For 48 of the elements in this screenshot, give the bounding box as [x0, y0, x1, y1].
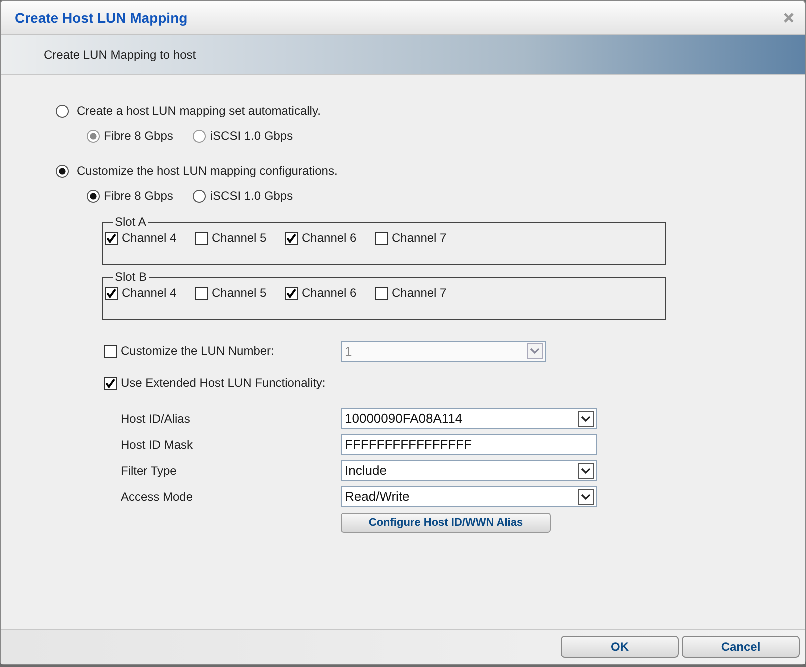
field-label: Filter Type [121, 464, 178, 478]
dropdown[interactable]: 10000090FA08A114 [341, 408, 597, 429]
radio-button[interactable] [87, 190, 100, 202]
option-label: Customize the host LUN mapping configurations. [77, 164, 338, 178]
configure-button[interactable]: Configure Host ID/WWN Alias [341, 513, 551, 533]
checkbox-label: Channel 5 [212, 286, 267, 300]
checkbox[interactable] [105, 286, 118, 300]
radio-button[interactable] [56, 164, 69, 178]
dialog-subtitle: Create LUN Mapping to host [44, 48, 196, 62]
checkbox-label: Channel 4 [122, 231, 177, 245]
checkbox-label: Use Extended Host LUN Functionality: [121, 376, 326, 390]
group-legend: Slot A [113, 215, 148, 229]
option-label: Create a host LUN mapping set automatically. [77, 104, 321, 118]
group-legend: Slot B [113, 270, 150, 284]
dialog-button[interactable]: Cancel [682, 636, 800, 658]
input-field[interactable]: FFFFFFFFFFFFFFFF [341, 434, 597, 455]
checkbox-label: Channel 5 [212, 231, 267, 245]
checkbox-label: Customize the LUN Number: [121, 344, 274, 358]
checkbox[interactable] [375, 232, 388, 244]
radio-button[interactable] [56, 104, 69, 118]
checkbox[interactable] [195, 232, 208, 244]
checkbox[interactable] [104, 376, 117, 390]
checkbox-label: Channel 4 [122, 286, 177, 300]
checkbox[interactable] [285, 286, 298, 300]
checkbox-label: Channel 6 [302, 231, 357, 245]
field-label: Host ID Mask [121, 438, 194, 452]
dropdown[interactable]: Include [341, 460, 597, 481]
checkbox-label: Channel 7 [392, 231, 447, 245]
caret-icon[interactable] [578, 488, 594, 504]
field-label: Host ID/Alias [121, 412, 192, 426]
checkbox[interactable] [105, 232, 118, 244]
option-label: iSCSI 1.0 Gbps [210, 129, 294, 143]
caret-icon[interactable] [578, 462, 594, 478]
close-icon[interactable] [784, 12, 794, 22]
checkbox[interactable] [195, 286, 208, 300]
checkbox-label: Channel 6 [302, 286, 357, 300]
radio-button[interactable] [193, 190, 206, 202]
option-label: Fibre 8 Gbps [104, 189, 174, 203]
caret-icon[interactable] [578, 410, 594, 426]
option-label: iSCSI 1.0 Gbps [210, 189, 294, 203]
option-label: Fibre 8 Gbps [104, 129, 174, 143]
checkbox[interactable] [375, 286, 388, 300]
dialog-button[interactable]: OK [561, 636, 679, 658]
checkbox-label: Channel 7 [392, 286, 447, 300]
field-label: Access Mode [121, 490, 194, 504]
dropdown[interactable]: Read/Write [341, 486, 597, 507]
checkbox[interactable] [285, 232, 298, 244]
dialog-title: Create Host LUN Mapping [15, 10, 188, 26]
